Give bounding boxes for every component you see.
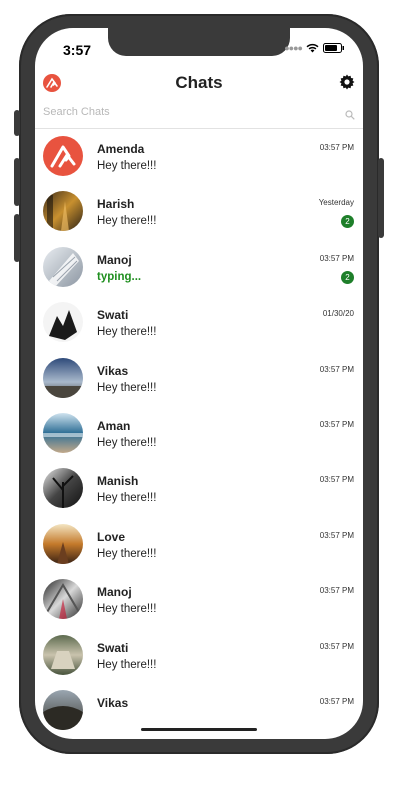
chat-row[interactable]: Swati Hey there!!! 03:57 PM [35, 629, 363, 684]
chat-time: 03:57 PM [319, 143, 354, 152]
avatar[interactable] [43, 468, 83, 509]
chat-time: 03:57 PM [319, 419, 354, 429]
chat-time: 03:57 PM [319, 586, 354, 596]
chat-time: Yesterday [318, 198, 354, 208]
gear-icon[interactable] [339, 74, 355, 90]
chat-time: 01/30/20 [322, 309, 354, 319]
avatar[interactable] [43, 523, 83, 564]
chat-name: Swati [97, 640, 129, 655]
avatar[interactable] [43, 246, 83, 287]
chat-row[interactable]: Harish Hey there!!! Yesterday 2 [35, 185, 363, 240]
chat-row[interactable]: Swati Hey there!!! 01/30/20 [35, 296, 363, 351]
search-input[interactable] [43, 106, 333, 118]
chat-name: Love [97, 529, 126, 544]
chat-name: Aman [97, 418, 131, 433]
chat-time: 03:57 PM [319, 253, 354, 263]
avatar[interactable] [43, 634, 83, 675]
mute-switch [14, 110, 20, 136]
chat-time: 03:57 PM [319, 364, 354, 374]
chat-time: 03:57 PM [319, 475, 354, 485]
chat-row[interactable]: Vikas Hey there!!! 03:57 PM [35, 352, 363, 407]
search-bar [35, 104, 363, 129]
avatar[interactable] [43, 412, 83, 453]
chat-row[interactable]: Manish Hey there!!! 03:57 PM [35, 462, 363, 517]
chat-row[interactable]: Love Hey there!!! 03:57 PM [35, 518, 363, 573]
chat-last-message: Hey there!!! [97, 160, 157, 172]
chat-name: Manoj [97, 585, 132, 600]
chat-last-message: Hey there!!! [97, 215, 157, 228]
chat-time: 03:57 PM [319, 530, 354, 540]
wifi-icon [306, 43, 319, 53]
unread-badge: 2 [341, 270, 354, 284]
notch [108, 28, 290, 56]
chat-last-message: Hey there!!! [97, 547, 157, 560]
chat-name: Manish [97, 474, 139, 489]
status-icons: ●●●● [284, 43, 345, 53]
chat-name: Amenda [97, 142, 145, 156]
signal-icon: ●●●● [284, 43, 303, 53]
volume-up-button [14, 158, 20, 206]
avatar[interactable] [43, 302, 83, 343]
chat-last-message: Hey there!!! [97, 603, 157, 616]
phone-screen: 3:57 ●●●● Chats Amenda Hey there!!! 03:57 … [35, 28, 363, 739]
chat-list: Amenda Hey there!!! 03:57 PM Harish Hey ther… [35, 130, 363, 739]
chat-last-message: typing... [97, 270, 142, 283]
page-title: Chats [175, 73, 223, 92]
search-icon[interactable] [345, 107, 355, 125]
avatar[interactable] [43, 136, 83, 176]
chat-row[interactable]: Manoj typing... 03:57 PM 2 [35, 241, 363, 296]
chat-name: Harish [97, 197, 135, 212]
chat-name: Vikas [97, 363, 129, 378]
chat-last-message: Hey there!!! [97, 436, 157, 449]
battery-icon [323, 43, 345, 53]
avatar[interactable] [43, 579, 83, 620]
chat-name: Swati [97, 308, 129, 323]
chat-name: Manoj [97, 252, 132, 267]
chat-last-message: Hey there!!! [97, 658, 157, 671]
chat-name: Vikas [97, 695, 129, 710]
unread-badge: 2 [341, 215, 354, 229]
chat-time: 03:57 PM [319, 641, 354, 651]
avatar[interactable] [43, 357, 83, 398]
volume-down-button [14, 214, 20, 262]
avatar[interactable] [43, 689, 83, 730]
home-indicator[interactable] [141, 728, 257, 731]
chat-row[interactable]: Manoj Hey there!!! 03:57 PM [35, 573, 363, 628]
chat-last-message: Hey there!!! [97, 381, 157, 394]
chat-last-message: Hey there!!! [97, 492, 157, 505]
chat-row[interactable]: Aman Hey there!!! 03:57 PM [35, 407, 363, 462]
header: Chats [35, 68, 363, 98]
chat-time: 03:57 PM [319, 696, 354, 706]
avatar[interactable] [43, 191, 83, 232]
status-time: 3:57 [63, 42, 92, 58]
chat-last-message: Hey there!!! [97, 326, 157, 339]
power-button [378, 158, 384, 238]
chat-row[interactable]: Amenda Hey there!!! 03:57 PM [35, 130, 363, 185]
